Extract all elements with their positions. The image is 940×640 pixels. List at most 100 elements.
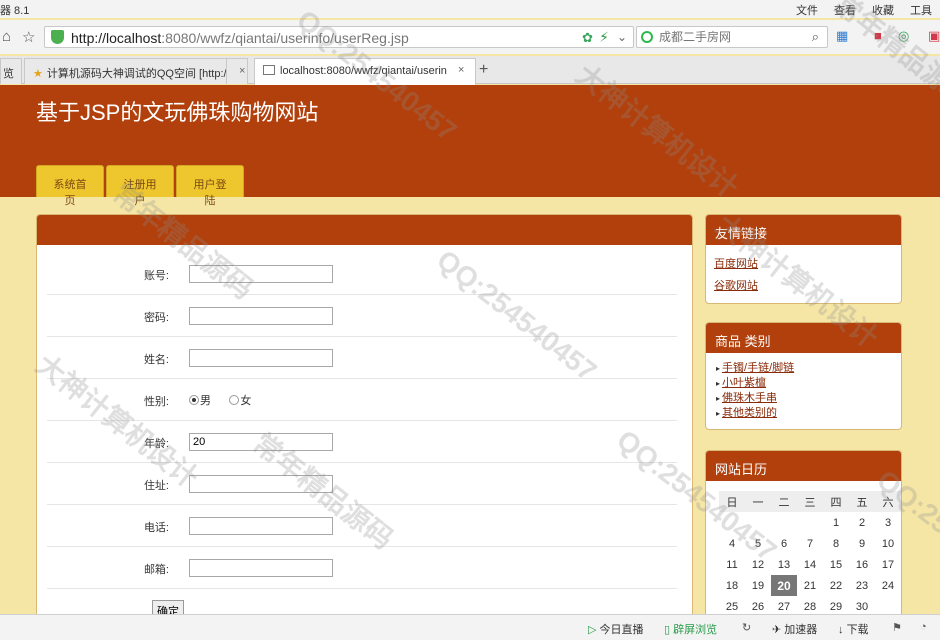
new-tab-button[interactable]: + [479,61,488,79]
status-download[interactable]: ↓ 下载 [838,621,869,637]
speed-mode-icon[interactable]: ⚡ [599,29,609,46]
calendar-day[interactable]: 8 [823,533,849,554]
calendar-day[interactable]: 6 [771,533,797,554]
bullet-icon: ▸ [716,409,721,418]
tab-close-button[interactable]: × [226,58,248,84]
calendar-day[interactable]: 2 [849,512,875,533]
gender-female-radio[interactable] [229,395,240,405]
shield-plugin-icon[interactable]: ◎ [898,28,909,44]
menu-favorites[interactable]: 收藏 [872,2,894,18]
bookmark-icon[interactable]: ■ [874,28,882,43]
calendar-day[interactable]: 11 [719,554,745,575]
calendar-day[interactable]: 17 [875,554,901,575]
menu-view[interactable]: 查看 [834,2,856,18]
weekday: 五 [849,491,875,512]
status-accelerator[interactable]: ✈ 加速器 [772,621,817,637]
calendar-day[interactable]: 21 [797,575,823,596]
calendar-day[interactable]: 24 [875,575,901,596]
gender-male-radio[interactable] [189,395,199,405]
form-row-gender: 性别: 男 女 [47,379,677,421]
site-header: 基于JSP的文玩佛珠购物网站 系统首页 注册用户 用户登陆 [0,85,940,207]
category-item: ▸ 其他类别的 [716,406,901,421]
settings-icon[interactable]: ◔ [920,621,927,633]
calendar-day[interactable]: 4 [719,533,745,554]
calendar-table: 日 一 二 三 四 五 六 1 2 3 4 5 6 7 8 9 10 11 12 13 14 15 16 17 1… [719,491,901,617]
nav-home[interactable]: 系统首页 [36,165,104,207]
download-icon: ↓ [838,624,844,636]
url-field[interactable]: http://localhost:8080/wwfz/qiantai/useri… [44,26,634,48]
calendar-day[interactable]: 15 [823,554,849,575]
browser-menu-bar: 器 8.1 文件 查看 收藏 工具 [0,0,940,18]
calendar-day[interactable]: 13 [771,554,797,575]
address-input[interactable] [189,475,333,493]
calendar-day[interactable]: 10 [875,533,901,554]
calendar-day[interactable]: 14 [797,554,823,575]
link-google[interactable]: 谷歌网站 [714,275,901,297]
status-live[interactable]: ▷ 今日直播 [588,621,644,637]
panel-header [37,215,692,245]
close-icon[interactable]: × [455,64,468,76]
phone-input[interactable] [189,517,333,535]
account-input[interactable] [189,265,333,283]
nav-register[interactable]: 注册用户 [106,165,174,207]
name-input[interactable] [189,349,333,367]
refresh-icon[interactable]: ↻ [742,621,751,634]
menu-file[interactable]: 文件 [796,2,818,18]
link-baidu[interactable]: 百度网站 [714,253,901,275]
star-icon: ★ [33,68,43,80]
page-icon [263,65,275,75]
address-bar-row: ⌂ ☆ http://localhost:8080/wwfz/qiantai/u… [0,20,940,54]
status-split-view[interactable]: ▯ 辟屏浏览 [664,621,717,637]
favorite-star-icon[interactable]: ☆ [22,28,35,46]
menu-tools[interactable]: 工具 [910,2,932,18]
category-link-other[interactable]: 其他类别的 [722,407,777,419]
chevron-down-icon[interactable]: ⌄ [617,30,627,44]
gender-radio-group: 男 女 [189,392,251,408]
tab-preview[interactable]: 览 [0,58,22,84]
gender-female-label: 女 [240,395,252,407]
category-link-wood-beads[interactable]: 佛珠木手串 [722,392,777,404]
category-link-red-sandalwood[interactable]: 小叶紫檀 [722,377,766,389]
calendar-day[interactable]: 3 [875,512,901,533]
search-field[interactable]: ⌕ [636,26,828,48]
category-item: ▸ 小叶紫檀 [716,376,901,391]
browser-title: 器 8.1 [0,5,30,17]
close-icon[interactable]: × [239,65,245,77]
rocket-icon: ✈ [772,624,782,636]
feedback-icon[interactable]: ⚑ [892,621,902,634]
password-input[interactable] [189,307,333,325]
email-input[interactable] [189,559,333,577]
search-input[interactable] [659,29,799,45]
category-link-bracelets[interactable]: 手镯/手链/脚链 [722,362,794,374]
calendar-day[interactable]: 23 [849,575,875,596]
calendar-day[interactable]: 5 [745,533,771,554]
security-shield-icon [51,30,64,44]
age-input[interactable] [189,433,333,451]
refresh-icon[interactable]: ✿ [582,30,593,46]
calendar-day[interactable]: 12 [745,554,771,575]
calendar-day[interactable]: 16 [849,554,875,575]
tab-qq-space[interactable]: ★ 计算机源码大神调试的QQ空间 [http:/ [24,58,248,84]
calendar-day [771,512,797,533]
home-icon[interactable]: ⌂ [2,28,11,45]
calendar-day[interactable]: 18 [719,575,745,596]
calendar-day[interactable]: 22 [823,575,849,596]
calendar-day[interactable]: 1 [823,512,849,533]
apps-grid-icon[interactable]: ▦ [836,28,848,44]
search-icon[interactable]: ⌕ [812,29,819,45]
calendar-day[interactable]: 20 [771,575,797,596]
form-row-email: 邮箱: [47,547,677,589]
calendar-day [745,512,771,533]
nav-login[interactable]: 用户登陆 [176,165,244,207]
calendar-day[interactable]: 19 [745,575,771,596]
calendar-day[interactable]: 7 [797,533,823,554]
category-list: ▸ 手镯/手链/脚链 ▸ 小叶紫檀 ▸ 佛珠木手串 ▸ 其他类别的 [706,353,901,421]
calendar-day[interactable]: 9 [849,533,875,554]
weekday: 一 [745,491,771,512]
tab-active[interactable]: localhost:8080/wwfz/qiantai/userin [254,58,476,85]
calendar-panel: 网站日历 日 一 二 三 四 五 六 1 2 3 4 5 6 7 8 9 10 11 12 13 14 15… [705,450,902,620]
pdf-icon[interactable]: ▣ [928,28,940,44]
bullet-icon: ▸ [716,394,721,403]
friend-links-list: 百度网站 谷歌网站 [706,245,901,297]
age-label: 年龄: [143,438,169,450]
